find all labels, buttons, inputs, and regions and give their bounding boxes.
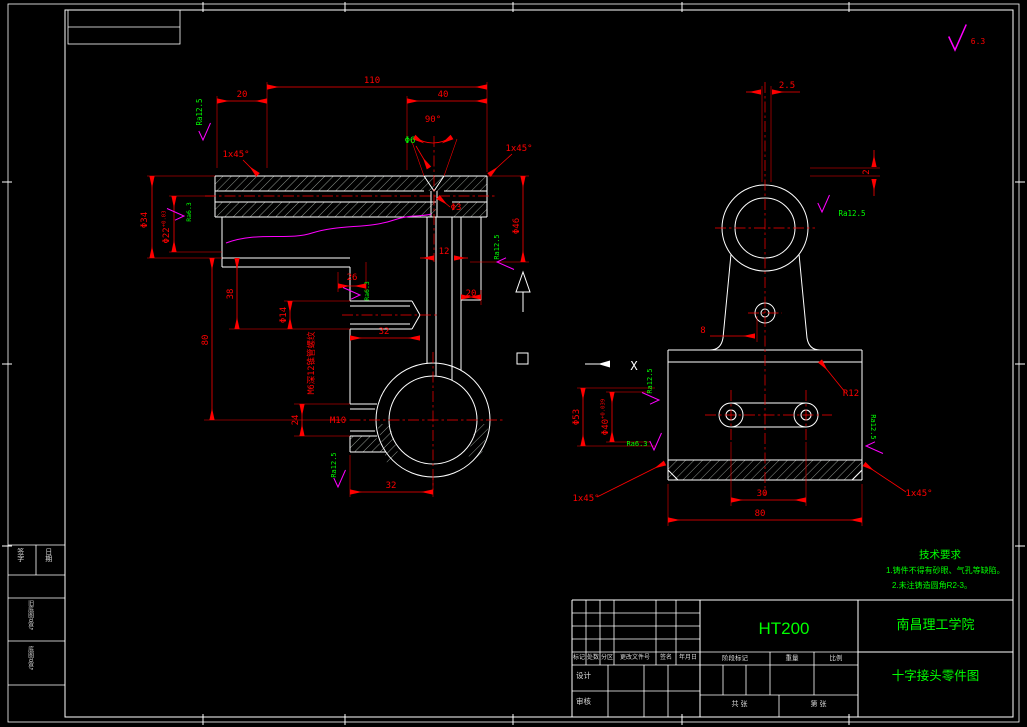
title-block-header-change-doc: 更改文件号	[619, 655, 650, 661]
dimension-label: Φ22+0.03	[162, 210, 173, 243]
dimension-label: Ra6.3	[363, 281, 371, 301]
dimension-label: 38	[226, 289, 236, 300]
margin-strip-old-no: 旧底图总号	[26, 600, 33, 630]
dimension-label: Ra12.5	[195, 98, 204, 125]
title-block-label-sheet-no: 第 张	[810, 701, 827, 708]
dimension-label: 1x45°	[572, 494, 599, 504]
dimension-label: 32	[386, 481, 397, 491]
dimension-label: 1x45°	[505, 144, 532, 154]
dimension-label: Ra12.5	[838, 209, 865, 218]
dimension-label: 8	[700, 326, 705, 336]
dimension-label: Ra6.3	[185, 202, 193, 222]
dimension-label: 40	[438, 90, 449, 100]
title-block-label-sheets: 共 张	[731, 701, 748, 708]
dimension-label: 80	[201, 335, 211, 346]
dimension-label: 2	[862, 169, 872, 174]
dimension-label: 1x45°	[222, 150, 249, 160]
dimension-label: R12	[843, 389, 859, 399]
dimension-label: 24	[291, 415, 301, 426]
dimension-label: Ra12.5	[646, 368, 654, 393]
dimension-label: Φ40+0.039	[601, 399, 612, 435]
break-line	[225, 213, 432, 244]
dimension-label: Ra12.5	[330, 452, 338, 477]
section-view-symbols	[515, 270, 610, 368]
title-block-header-count: 处数	[586, 655, 599, 661]
dimension-label: Ra12.5	[869, 414, 877, 439]
title-block-label-check: 审核	[576, 697, 591, 706]
title-block-header-mark: 标记	[572, 655, 585, 661]
dimension-label: Φ34	[140, 212, 150, 228]
dimension-label: Φ14	[279, 307, 289, 323]
dimension-label: 12	[439, 247, 450, 257]
dimension-label: 6.3	[971, 37, 986, 46]
title-block-header-date: 年月日	[678, 655, 697, 661]
dimension-label: 80	[755, 509, 766, 519]
title-block-school: 南昌理工学院	[896, 617, 975, 632]
dimension-label: 90°	[425, 115, 441, 125]
title-block-drawing-title: 十字接头零件图	[891, 669, 980, 683]
dimension-label: 20	[466, 289, 477, 299]
dimension-label: 20	[237, 90, 248, 100]
title-block-material: HT200	[758, 619, 810, 638]
margin-strip-no: 底图总号	[26, 646, 33, 670]
surface-finish-symbols	[166, 23, 967, 488]
title-block-label-design: 设计	[576, 671, 591, 680]
sheet-frame	[2, 2, 1025, 725]
dimension-label: M6深12锥管螺纹	[306, 331, 317, 394]
margin-strip-signature: 签字	[16, 548, 24, 562]
tech-requirement-item: 2.未注铸造圆角R2-3。	[892, 581, 973, 590]
dimension-label: Ra12.5	[493, 234, 501, 259]
tech-requirements-title: 技术要求	[919, 549, 961, 561]
title-block-header-stage: 阶段标记	[722, 655, 748, 662]
dimension-label: Φ53	[572, 409, 582, 425]
title-block-header-weight: 重量	[785, 655, 799, 662]
dimension-label: 110	[364, 76, 380, 86]
dimension-label: Φ6	[405, 136, 416, 146]
dimension-label: 32	[379, 327, 390, 337]
cad-drawing-page: 110 20 40 90° Φ6 1x45° 1x45° Ra12.5 Φ34 Φ22+0.03 R…	[0, 0, 1027, 727]
dimension-label: 2.5	[779, 81, 795, 91]
margin-strip-date: 日期	[44, 548, 52, 562]
title-block-header-zone: 分区	[600, 655, 613, 661]
dimension-label: X	[630, 359, 638, 373]
dimension-label: M10	[330, 416, 346, 426]
tech-requirement-item: 1.铸件不得有砂眼、气孔等缺陷。	[886, 566, 1005, 575]
title-block-header-scale: 比例	[829, 655, 843, 662]
dimension-label: Ra6.3	[626, 440, 647, 448]
front-view-outline	[214, 175, 491, 478]
dimension-label: 26	[347, 273, 358, 283]
dimension-label: Φ46	[512, 218, 522, 234]
title-block-header-signature: 签名	[659, 655, 672, 661]
dimension-label: Φ3	[451, 203, 462, 213]
dimension-label: 1x45°	[905, 489, 932, 499]
dimension-label: 30	[757, 489, 768, 499]
margin-strip-lines	[8, 544, 65, 686]
